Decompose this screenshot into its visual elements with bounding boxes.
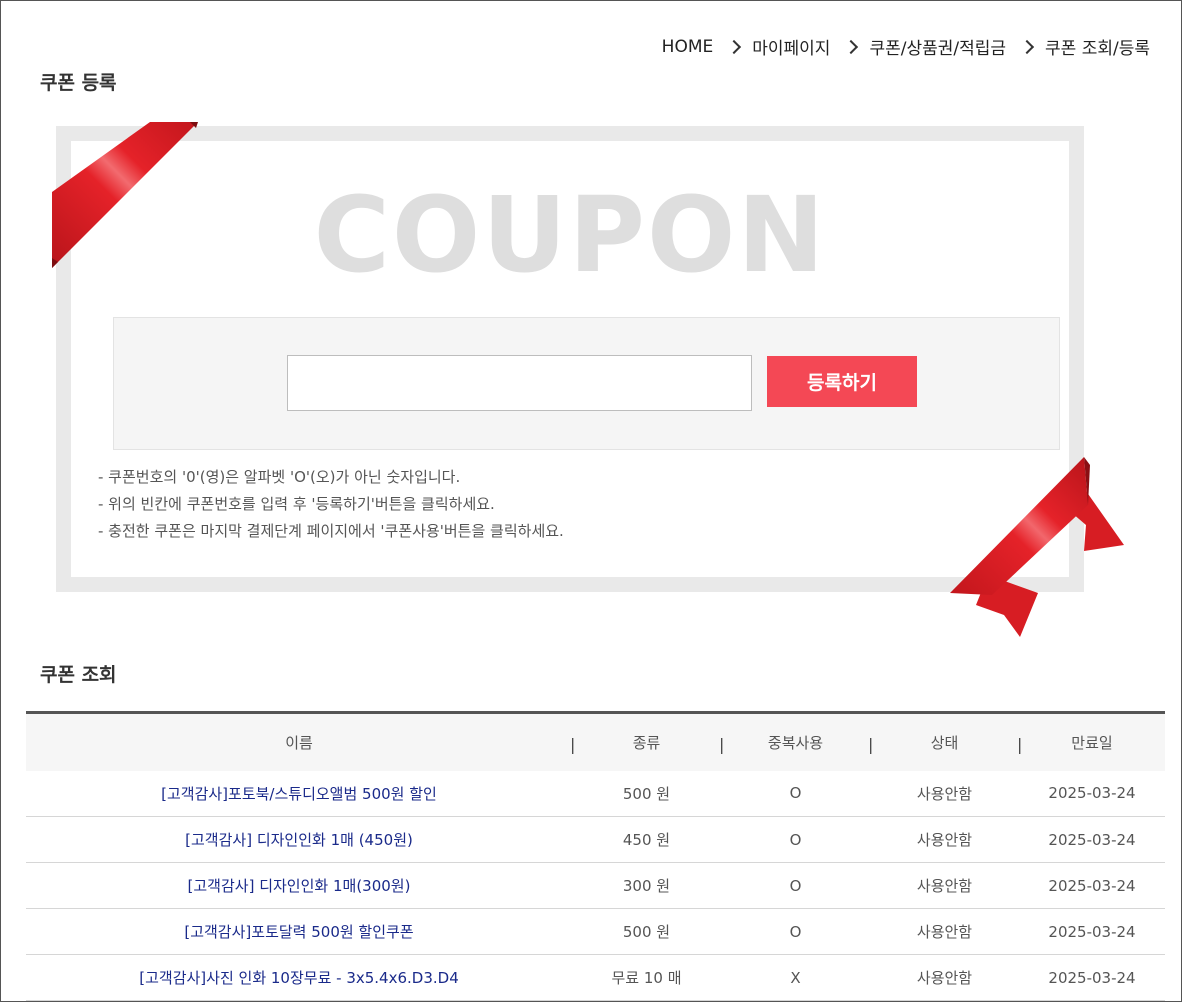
coupon-status-cell: 사용안함 [870,954,1019,1001]
coupon-watermark: COUPON [313,174,827,296]
column-separator: | [719,735,725,754]
note-item: - 쿠폰번호의 '0'(영)은 알파벳 'O'(오)가 아닌 숫자입니다. [98,468,461,486]
coupon-entry-box: 등록하기 [113,317,1060,450]
coupon-type-cell: 500 원 [572,908,721,955]
coupon-type-cell: 무료 10 매 [572,954,721,1001]
coupon-register-title: 쿠폰 등록 [40,72,117,94]
coupon-dup-cell: O [721,862,870,909]
coupon-name-link[interactable]: [고객감사]포토북/스튜디오앨범 500원 할인 [161,785,437,803]
coupon-notes: - 쿠폰번호의 '0'(영)은 알파벳 'O'(오)가 아닌 숫자입니다. - … [98,464,564,545]
coupon-lookup-title: 쿠폰 조회 [40,664,117,686]
chevron-right-icon [844,39,859,54]
coupon-type-cell: 300 원 [572,862,721,909]
coupon-name-link[interactable]: [고객감사] 디자인인화 1매(300원) [188,877,411,895]
coupon-expiry-cell: 2025-03-24 [1019,816,1165,863]
coupon-name-cell: [고객감사]포토달력 500원 할인쿠폰 [26,908,572,955]
coupon-name-link[interactable]: [고객감사]사진 인화 10장무료 - 3x5.4x6.D3.D4 [139,969,459,987]
coupon-status-cell: 사용안함 [870,908,1019,955]
table-row: [고객감사]사진 인화 10장무료 - 3x5.4x6.D3.D4 무료 10 … [26,954,1165,1001]
coupon-table: 이름 | 종류 | 중복사용 | 상태 | 만료일 [고객감사]포토북/스튜디오앨범 5… [26,711,1165,1001]
ribbon-top-left-icon [52,122,198,268]
column-header-name: 이름 [26,711,572,771]
coupon-expiry-cell: 2025-03-24 [1019,908,1165,955]
chevron-right-icon [727,39,742,54]
table-row: [고객감사] 디자인인화 1매 (450원) 450 원 O 사용안함 2025… [26,816,1165,863]
coupon-name-cell: [고객감사]사진 인화 10장무료 - 3x5.4x6.D3.D4 [26,954,572,1001]
table-header-row: 이름 | 종류 | 중복사용 | 상태 | 만료일 [26,711,1165,771]
coupon-dup-cell: O [721,816,870,863]
note-item: - 충전한 쿠폰은 마지막 결제단계 페이지에서 '쿠폰사용'버튼을 클릭하세요… [98,522,564,540]
breadcrumb-mypage[interactable]: 마이페이지 [752,34,830,59]
table-row: [고객감사] 디자인인화 1매(300원) 300 원 O 사용안함 2025-… [26,862,1165,909]
coupon-name-cell: [고객감사] 디자인인화 1매 (450원) [26,816,572,863]
column-header-expiry: | 만료일 [1017,711,1165,771]
coupon-dup-cell: O [721,770,870,817]
breadcrumb-home[interactable]: HOME [662,37,714,57]
coupon-dup-cell: O [721,908,870,955]
chevron-right-icon [1019,39,1035,54]
ribbon-bottom-right-icon [950,457,1124,637]
column-separator: | [570,735,576,754]
coupon-name-cell: [고객감사] 디자인인화 1매(300원) [26,862,572,909]
coupon-type-cell: 500 원 [572,770,721,817]
column-separator: | [868,735,874,754]
coupon-card-inner: COUPON 등록하기 - 쿠폰번호의 '0'(영)은 알파벳 'O'(오)가 … [71,141,1069,577]
coupon-code-input[interactable] [287,355,752,411]
column-header-dup: | 중복사용 [719,711,870,771]
coupon-name-link[interactable]: [고객감사]포토달력 500원 할인쿠폰 [184,923,413,941]
breadcrumb: HOME 마이페이지 쿠폰/상품권/적립금 쿠폰 조회/등록 [662,34,1150,60]
register-button[interactable]: 등록하기 [767,356,917,407]
coupon-name-link[interactable]: [고객감사] 디자인인화 1매 (450원) [185,831,413,849]
table-row: [고객감사]포토달력 500원 할인쿠폰 500 원 O 사용안함 2025-0… [26,908,1165,955]
column-header-status: | 상태 [868,711,1019,771]
coupon-type-cell: 450 원 [572,816,721,863]
coupon-register-card: COUPON 등록하기 - 쿠폰번호의 '0'(영)은 알파벳 'O'(오)가 … [56,126,1084,592]
coupon-name-cell: [고객감사]포토북/스튜디오앨범 500원 할인 [26,770,572,817]
coupon-dup-cell: X [721,954,870,1001]
coupon-expiry-cell: 2025-03-24 [1019,770,1165,817]
breadcrumb-current: 쿠폰 조회/등록 [1045,39,1150,59]
table-row: [고객감사]포토북/스튜디오앨범 500원 할인 500 원 O 사용안함 20… [26,770,1165,817]
note-item: - 위의 빈칸에 쿠폰번호를 입력 후 '등록하기'버튼을 클릭하세요. [98,495,495,513]
column-separator: | [1017,735,1023,754]
coupon-status-cell: 사용안함 [870,816,1019,863]
coupon-expiry-cell: 2025-03-24 [1019,862,1165,909]
coupon-status-cell: 사용안함 [870,770,1019,817]
breadcrumb-coupons[interactable]: 쿠폰/상품권/적립금 [869,34,1006,59]
column-header-type: | 종류 [570,711,721,771]
coupon-status-cell: 사용안함 [870,862,1019,909]
coupon-expiry-cell: 2025-03-24 [1019,954,1165,1001]
